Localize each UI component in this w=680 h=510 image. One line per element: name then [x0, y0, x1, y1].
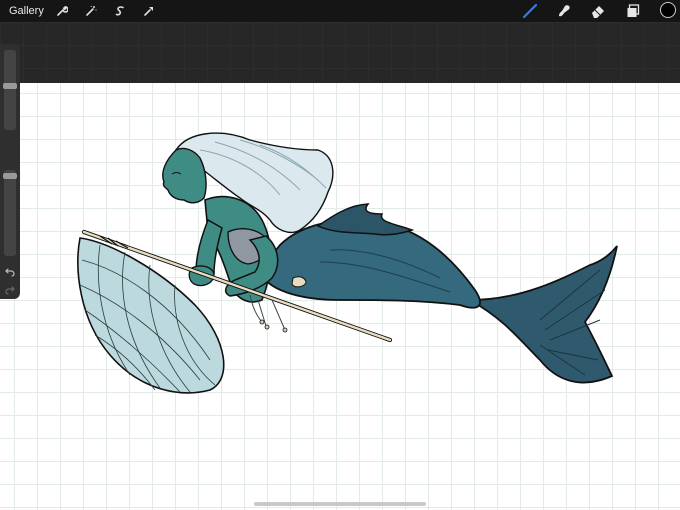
brush-sidebar	[0, 44, 20, 299]
redo-icon[interactable]	[3, 284, 17, 296]
top-toolbar: Gallery	[0, 0, 680, 22]
eraser-icon[interactable]	[590, 3, 606, 19]
wrench-icon[interactable]	[54, 3, 70, 19]
gallery-button[interactable]: Gallery	[9, 5, 44, 17]
layers-icon[interactable]	[625, 3, 641, 19]
color-swatch[interactable]	[660, 2, 676, 18]
selection-icon[interactable]	[112, 3, 128, 19]
opacity-thumb[interactable]	[3, 173, 17, 179]
opacity-slider[interactable]	[3, 170, 17, 256]
brush-size-slider[interactable]	[3, 50, 17, 130]
brush-size-thumb[interactable]	[3, 83, 17, 89]
mermaid-artwork	[77, 132, 618, 394]
undo-icon[interactable]	[3, 266, 17, 278]
drawing-canvas[interactable]	[0, 83, 680, 510]
magic-wand-icon[interactable]	[83, 3, 99, 19]
brush-icon[interactable]	[522, 3, 538, 19]
transform-icon[interactable]	[141, 3, 157, 19]
smudge-icon[interactable]	[556, 3, 572, 19]
workspace-background	[0, 22, 680, 83]
home-indicator[interactable]	[254, 502, 426, 506]
